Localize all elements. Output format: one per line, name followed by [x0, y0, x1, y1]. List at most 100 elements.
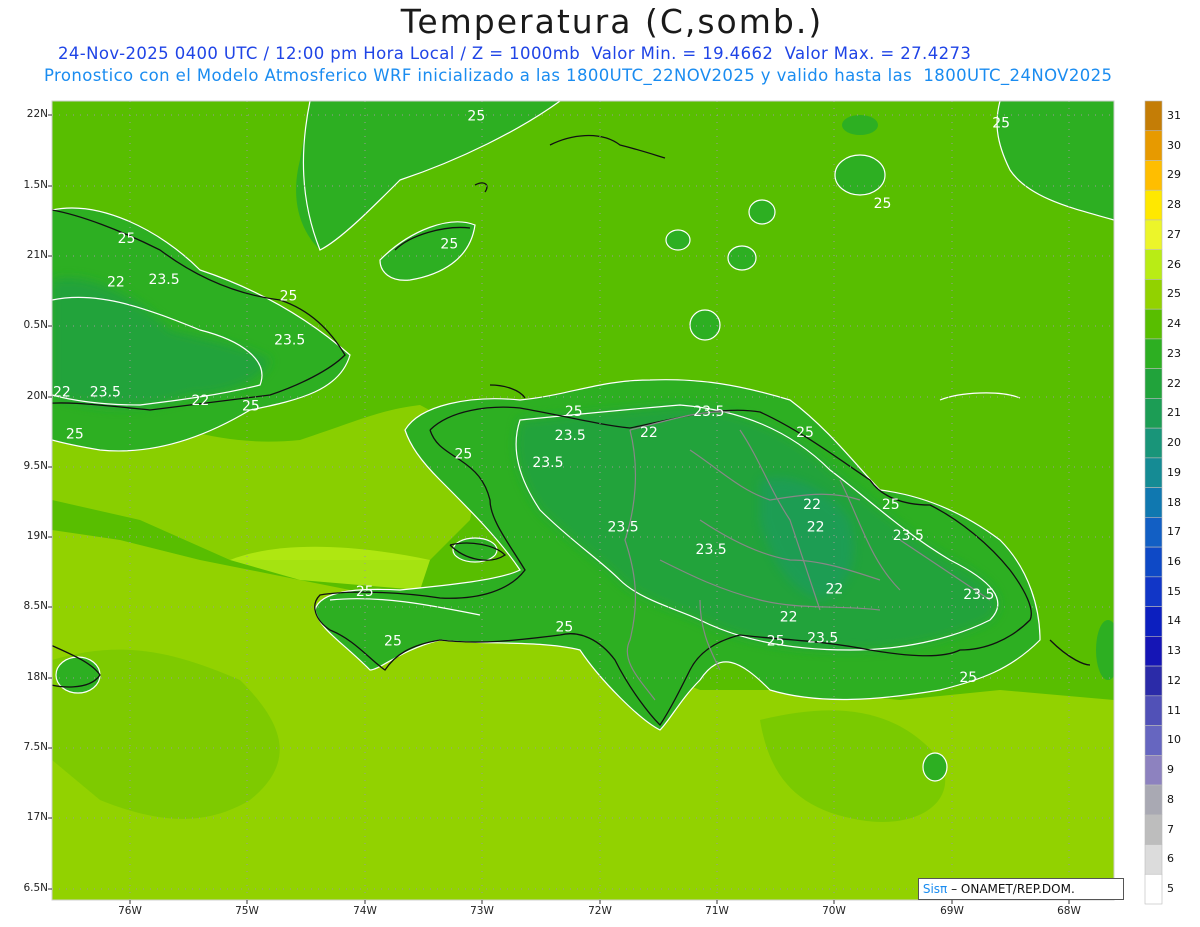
colorbar-label: 23 [1167, 346, 1181, 360]
contour-label: 25 [796, 425, 814, 441]
colorbar-label: 15 [1167, 584, 1181, 598]
colorbar-label: 31 [1167, 108, 1181, 122]
contour-label: 23.5 [693, 404, 724, 420]
lon-label: 72W [588, 905, 612, 917]
colorbar-label: 12 [1167, 673, 1181, 687]
contour-label: 25 [882, 497, 900, 513]
contour-label: 25 [440, 237, 458, 253]
contour-label: 23.5 [532, 455, 563, 471]
colorbar-label: 28 [1167, 198, 1181, 212]
band-24-islet-i [842, 115, 878, 135]
lat-label: 19N [26, 530, 48, 542]
contour-label: 25 [959, 670, 977, 686]
colorbar-swatch [1144, 249, 1163, 280]
contour-label: 22 [803, 497, 821, 513]
colorbar-label: 29 [1167, 168, 1181, 182]
colorbar-label: 14 [1167, 614, 1181, 628]
lat-label: 9.5N [23, 460, 48, 472]
colorbar-label: 21 [1167, 406, 1181, 420]
contour-label: 22 [780, 610, 798, 626]
contour-label: 25 [66, 427, 84, 443]
contour-label: 22 [192, 393, 210, 409]
colorbar-label: 10 [1167, 733, 1181, 747]
lat-label: 0.5N [23, 319, 48, 331]
contour-label: 25 [455, 446, 473, 462]
contour-label: 23.5 [274, 332, 305, 348]
contour-label: 22 [640, 425, 658, 441]
colorbar-label: 9 [1167, 763, 1174, 777]
contour-label: 22 [107, 275, 125, 291]
contour-label: 23.5 [893, 528, 924, 544]
colorbar-swatch [1144, 784, 1163, 816]
band-24-islet-h [1096, 620, 1114, 680]
contour-label: 23.5 [90, 384, 121, 400]
colorbar-swatch [1144, 130, 1163, 161]
colorbar-label: 5 [1167, 882, 1174, 896]
lon-label: 68W [1057, 905, 1081, 917]
colorbar-label: 20 [1167, 436, 1181, 450]
contour-label: 25 [874, 196, 892, 212]
lat-label: 17N [26, 811, 48, 823]
colorbar-label: 19 [1167, 465, 1181, 479]
colorbar-label: 18 [1167, 495, 1181, 509]
contour-label: 23.5 [607, 519, 638, 535]
contour-label: 23.5 [148, 272, 179, 288]
lat-label: 7.5N [23, 741, 48, 753]
colorbar-swatch [1144, 725, 1163, 756]
colorbar-label: 11 [1167, 703, 1181, 717]
colorbar-swatch [1144, 576, 1163, 607]
contour-label: 23.5 [963, 587, 994, 603]
colorbar-swatch [1144, 427, 1163, 459]
contour-label: 23.5 [807, 631, 838, 647]
lat-label: 6.5N [23, 882, 48, 894]
colorbar-swatch [1144, 844, 1163, 875]
lat-label: 8.5N [23, 600, 48, 612]
colorbar-swatch [1144, 398, 1163, 429]
colorbar-swatch [1144, 546, 1163, 578]
lon-label: 73W [470, 905, 494, 917]
contour-label: 22 [53, 384, 71, 400]
lat-label: 22N [26, 108, 48, 120]
lat-label: 1.5N [23, 179, 48, 191]
credit-box: Sisπ – ONAMET/REP.DOM. [918, 878, 1124, 900]
contour-label: 25 [118, 231, 136, 247]
colorbar-label: 22 [1167, 376, 1181, 390]
contour-label: 25 [767, 633, 785, 649]
contour-label: 22 [825, 581, 843, 597]
colorbar-label: 30 [1167, 138, 1181, 152]
contour-label: 25 [384, 633, 402, 649]
contour-label: 22 [807, 519, 825, 535]
colorbar-label: 24 [1167, 317, 1181, 331]
colorbar-label: 26 [1167, 257, 1181, 271]
credit-sis: Sis [922, 882, 941, 896]
colorbar-swatch [1144, 636, 1163, 667]
colorbar-swatch [1144, 665, 1163, 697]
contour-label: 25 [242, 398, 260, 414]
lat-label: 21N [26, 249, 48, 261]
colorbar-swatch [1144, 308, 1163, 340]
colorbar-swatch [1144, 457, 1163, 488]
colorbar-label: 16 [1167, 554, 1181, 568]
contour-label: 25 [356, 584, 374, 600]
colorbar-swatch [1144, 814, 1163, 845]
colorbar [1144, 100, 1163, 905]
lat-label: 18N [26, 671, 48, 683]
lon-label: 69W [940, 905, 964, 917]
colorbar-label: 8 [1167, 792, 1174, 806]
colorbar-swatch [1144, 754, 1163, 786]
lon-label: 76W [118, 905, 142, 917]
temperature-map: 25 25 25 25 25 22 23.5 25 23.5 22 23.5 22 25 25 25 23.5… [48, 100, 1163, 905]
contour-label: 25 [565, 404, 583, 420]
colorbar-label: 7 [1167, 822, 1174, 836]
colorbar-swatch [1144, 487, 1163, 518]
colorbar-swatch [1144, 279, 1163, 310]
colorbar-swatch [1144, 189, 1163, 221]
contour-label: 25 [280, 289, 298, 305]
colorbar-swatch [1144, 160, 1163, 191]
colorbar-swatch [1144, 100, 1163, 132]
colorbar-swatch [1144, 219, 1163, 251]
credit-org: – ONAMET/REP.DOM. [947, 882, 1075, 896]
colorbar-swatch [1144, 873, 1163, 905]
lon-label: 75W [235, 905, 259, 917]
colorbar-label: 25 [1167, 287, 1181, 301]
